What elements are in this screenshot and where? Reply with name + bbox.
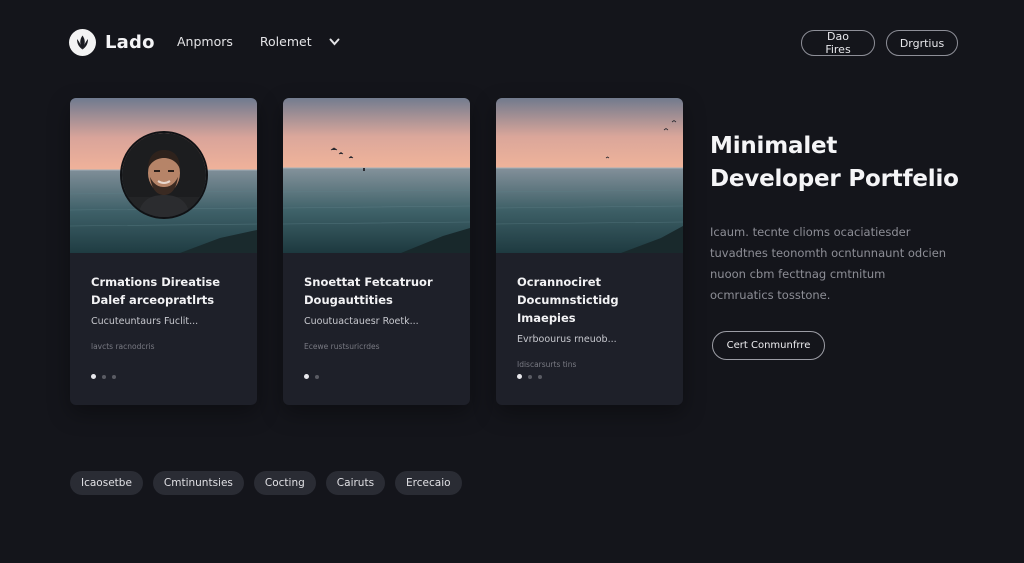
header-actions: Dao Fires Drgrtius xyxy=(801,30,958,56)
carousel-dot[interactable] xyxy=(315,374,319,379)
hero-paragraph: Icaum. tecnte clioms ocaciatiesder tuvad… xyxy=(710,225,947,302)
carousel-dot[interactable] xyxy=(91,374,96,379)
contact-button[interactable]: Drgrtius xyxy=(886,30,958,56)
demo-button[interactable]: Dao Fires xyxy=(801,30,875,56)
card-description: Evrboourus rneuob... xyxy=(517,334,617,345)
tag-chip[interactable]: Cairuts xyxy=(325,471,386,495)
card-body: Crmations Direatise Dalef arceopratlrts … xyxy=(91,273,243,351)
seascape-image xyxy=(496,98,683,253)
brand-logo[interactable]: Lado xyxy=(69,29,155,56)
seascape-image xyxy=(283,98,470,253)
hero-section: Minimalet Developer Portfelio Icaum. tec… xyxy=(710,130,970,360)
project-card[interactable]: Snoettat Fetcatruor Dougauttities Cuoutu… xyxy=(283,98,470,405)
project-cards: Crmations Direatise Dalef arceopratlrts … xyxy=(70,98,683,405)
project-card[interactable]: Crmations Direatise Dalef arceopratlrts … xyxy=(70,98,257,405)
tag-chip[interactable]: Ercecaio xyxy=(395,471,462,495)
card-title: Crmations Direatise Dalef arceopratlrts xyxy=(91,273,243,309)
carousel-dot[interactable] xyxy=(102,374,106,379)
avatar xyxy=(120,131,208,219)
card-title: Snoettat Fetcatruor Dougauttities xyxy=(304,273,456,309)
skill-tags: Icaosetbe Cmtinuntsies Cocting Cairuts E… xyxy=(70,471,462,495)
nav-item-2[interactable]: Rolemet xyxy=(260,34,312,49)
card-title: Ocrannociret Documnstictidg Imaepies xyxy=(517,273,669,327)
card-title-line: Ocrannociret xyxy=(517,275,602,289)
carousel-dot[interactable] xyxy=(517,374,522,379)
project-card[interactable]: Ocrannociret Documnstictidg Imaepies Evr… xyxy=(496,98,683,405)
card-description: Cucuteuntaurs Fuclit... xyxy=(91,316,199,327)
card-meta: lavcts racnodcris xyxy=(91,342,155,351)
hero-title-line: Minimalet xyxy=(710,133,838,159)
carousel-dot[interactable] xyxy=(528,374,532,379)
card-title-line: Crmations Direatise xyxy=(91,275,221,289)
brand-name: Lado xyxy=(105,32,155,53)
carousel-dot[interactable] xyxy=(304,374,309,379)
card-description: Cuoutuactauesr Roetk... xyxy=(304,316,419,327)
card-meta: Idiscarsurts tins xyxy=(517,360,577,369)
card-title-line: Dalef arceopratlrts xyxy=(91,293,215,307)
card-title-line: Dougauttities xyxy=(304,293,393,307)
leaf-icon xyxy=(69,29,96,56)
carousel-dots xyxy=(517,374,542,379)
card-body: Snoettat Fetcatruor Dougauttities Cuoutu… xyxy=(304,273,456,351)
carousel-dot[interactable] xyxy=(112,374,116,379)
carousel-dot[interactable] xyxy=(538,374,542,379)
main-nav: Anpmors Rolemet xyxy=(177,34,340,49)
hero-title-line: Developer Portfelio xyxy=(710,166,959,192)
tag-chip[interactable]: Cmtinuntsies xyxy=(152,471,244,495)
hero-title: Minimalet Developer Portfelio xyxy=(710,130,970,196)
tag-chip[interactable]: Cocting xyxy=(253,471,316,495)
card-meta: Ecewe rustsuricrdes xyxy=(304,342,380,351)
card-title-line: Snoettat Fetcatruor xyxy=(304,275,433,289)
carousel-dots xyxy=(304,374,319,379)
nav-item-1[interactable]: Anpmors xyxy=(177,34,233,49)
carousel-dots xyxy=(91,374,116,379)
site-header: Lado Anpmors Rolemet Dao Fires Drgrtius xyxy=(0,0,1024,86)
card-body: Ocrannociret Documnstictidg Imaepies Evr… xyxy=(517,273,669,369)
card-title-line: Documnstictidg Imaepies xyxy=(517,293,619,325)
chevron-down-icon[interactable] xyxy=(329,38,340,46)
tag-chip[interactable]: Icaosetbe xyxy=(70,471,143,495)
contact-cta-button[interactable]: Cert Conmunfrre xyxy=(712,331,825,360)
